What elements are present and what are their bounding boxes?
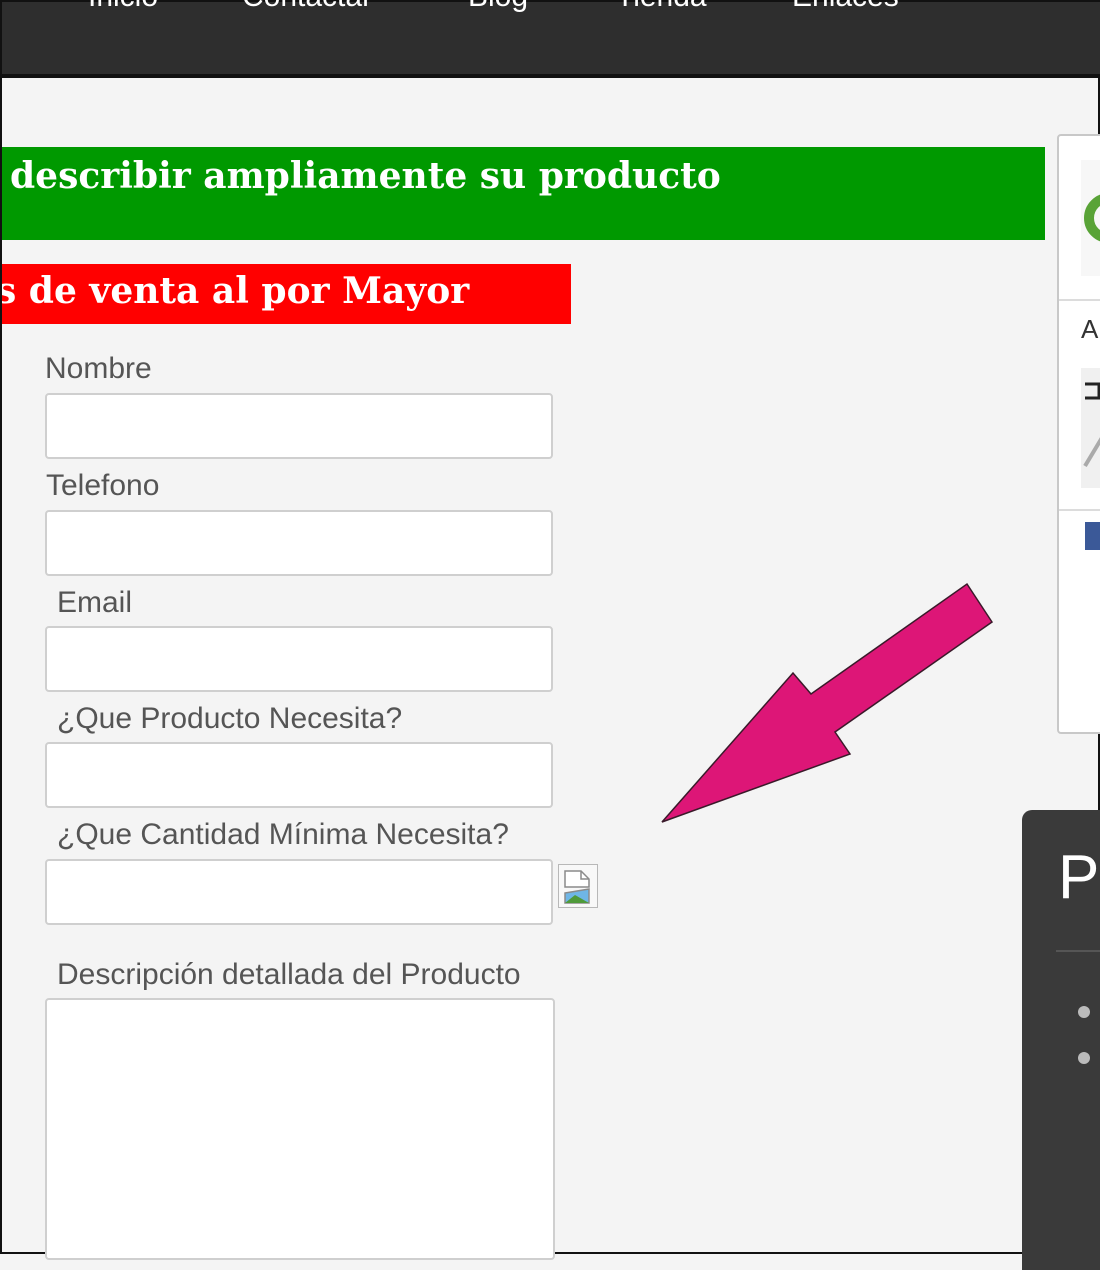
nombre-label: Nombre — [45, 352, 152, 385]
green-banner-text: describir ampliamente su producto — [10, 155, 721, 197]
sidebar-text-a: A — [1081, 314, 1099, 344]
nav-item-enlaces[interactable]: Enlaces — [792, 0, 899, 14]
descripcion-textarea[interactable] — [45, 998, 555, 1260]
nav-item-tienda[interactable]: Tienda — [616, 0, 707, 14]
sidebar-widget: A — [1057, 134, 1100, 734]
telefono-label: Telefono — [46, 469, 160, 502]
cantidad-label: ¿Que Cantidad Mínima Necesita? — [57, 818, 509, 851]
nav-item-inicio[interactable]: Inicio — [88, 0, 158, 14]
descripcion-label: Descripción detallada del Producto — [57, 958, 521, 991]
facebook-icon — [1085, 522, 1100, 550]
red-banner: s de venta al por Mayor — [2, 264, 571, 324]
broken-image-icon — [558, 864, 598, 908]
red-banner-text: s de venta al por Mayor — [2, 270, 470, 312]
dark-panel-title: P — [1058, 843, 1100, 912]
green-banner: describir ampliamente su producto — [2, 147, 1045, 240]
broken-image-glyph — [564, 870, 590, 904]
producto-input[interactable] — [45, 742, 553, 808]
nav-item-blog[interactable]: Blog — [468, 0, 528, 14]
nombre-input[interactable] — [45, 393, 553, 459]
email-label: Email — [57, 586, 133, 619]
email-input[interactable] — [45, 626, 553, 692]
producto-label: ¿Que Producto Necesita? — [57, 702, 403, 735]
dark-panel-divider — [1056, 950, 1100, 952]
sidebar-widget-graphics — [1059, 160, 1100, 550]
nav-item-contactar[interactable]: Contactar — [242, 0, 372, 14]
cantidad-input[interactable] — [45, 859, 553, 925]
top-navigation-bar: Inicio Contactar Blog Tienda Enlaces — [2, 0, 1100, 78]
dark-side-panel: P — [1022, 810, 1100, 1270]
list-bullet-icon — [1078, 1006, 1090, 1018]
telefono-input[interactable] — [45, 510, 553, 576]
list-bullet-icon — [1078, 1052, 1090, 1064]
